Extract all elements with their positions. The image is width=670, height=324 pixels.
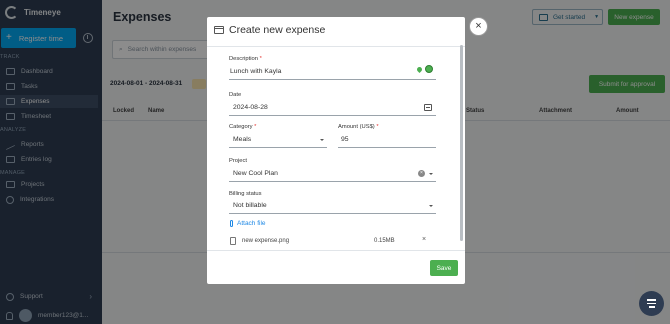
- attached-file-row: new expense.png 0.15MB ×: [230, 236, 430, 247]
- paperclip-icon: [230, 220, 233, 227]
- modal-scrollbar[interactable]: [460, 45, 463, 241]
- description-underline: [229, 79, 436, 80]
- create-expense-modal: Create new expense Description * Lunch w…: [207, 17, 465, 284]
- description-label: Description *: [229, 56, 262, 62]
- project-select[interactable]: New Cool Plan: [233, 170, 278, 177]
- chevron-down-icon: [320, 139, 324, 141]
- wallet-icon: [214, 26, 224, 34]
- file-size: 0.15MB: [374, 238, 395, 244]
- chat-support-button[interactable]: [639, 291, 664, 316]
- category-underline: [229, 147, 327, 148]
- date-underline: [229, 115, 436, 116]
- location-icon[interactable]: [415, 65, 424, 74]
- remove-file-icon[interactable]: ×: [422, 236, 426, 243]
- chevron-down-icon: [429, 205, 433, 207]
- description-field[interactable]: Lunch with Kayla: [230, 68, 281, 75]
- file-icon: [230, 237, 236, 245]
- modal-footer-divider: [207, 250, 465, 251]
- project-underline: [229, 181, 436, 182]
- date-field[interactable]: 2024-08-28: [233, 104, 268, 111]
- close-icon[interactable]: ×: [469, 17, 488, 36]
- category-label: Category *: [229, 124, 257, 130]
- amount-underline: [338, 147, 436, 148]
- attach-file-link[interactable]: Attach file: [230, 220, 266, 227]
- amount-label: Amount (US$) *: [338, 124, 379, 130]
- file-name[interactable]: new expense.png: [242, 238, 289, 244]
- modal-header-divider: [207, 46, 465, 47]
- chevron-down-icon: [429, 173, 433, 175]
- calendar-icon[interactable]: [424, 104, 432, 111]
- category-select[interactable]: Meals: [233, 136, 251, 143]
- billing-status-select[interactable]: Not billable: [233, 202, 267, 209]
- amount-field[interactable]: 95: [341, 136, 349, 143]
- attach-file-label: Attach file: [237, 220, 266, 227]
- date-label: Date: [229, 92, 242, 98]
- save-button[interactable]: Save: [430, 260, 458, 276]
- billing-status-label: Billing status: [229, 191, 262, 197]
- billing-status-underline: [229, 213, 436, 214]
- chat-icon: [647, 299, 656, 301]
- clear-icon[interactable]: ×: [418, 170, 425, 177]
- project-label: Project: [229, 158, 248, 164]
- modal-header: Create new expense: [214, 24, 325, 36]
- ai-assist-icon[interactable]: [425, 65, 433, 73]
- modal-title: Create new expense: [229, 24, 326, 36]
